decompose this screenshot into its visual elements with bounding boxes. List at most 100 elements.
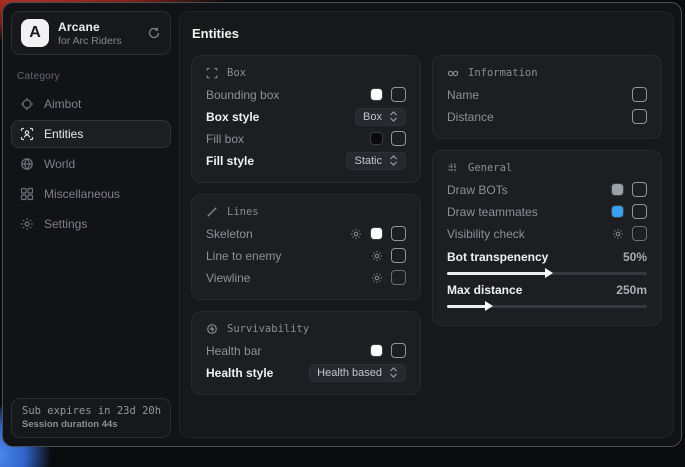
entities-icon xyxy=(20,127,34,141)
group-title: Lines xyxy=(227,206,259,218)
box-brackets-icon xyxy=(206,67,218,79)
setting-label: Distance xyxy=(447,110,494,124)
setting-row-fill-style: Fill style Static xyxy=(206,152,406,169)
slider-value: 250m xyxy=(616,283,647,297)
selected-value: Box xyxy=(363,111,382,123)
bot-transparency-slider[interactable] xyxy=(447,272,647,275)
sidebar-nav: Aimbot Entities World xyxy=(11,90,171,238)
slider-fill xyxy=(447,272,547,275)
sidebar-item-world[interactable]: World xyxy=(11,150,171,178)
settings-icon[interactable] xyxy=(371,250,383,262)
group-information: Information Name Distance xyxy=(432,55,662,139)
fill-box-checkbox[interactable] xyxy=(391,131,406,146)
setting-row-visibility-check: Visibility check xyxy=(447,225,647,242)
slider-thumb[interactable] xyxy=(485,301,493,311)
subscription-card: Sub expires in 23d 20h Session duration … xyxy=(11,398,171,438)
refresh-icon[interactable] xyxy=(147,26,161,40)
unfold-icon xyxy=(389,155,398,166)
selected-value: Health based xyxy=(317,367,382,379)
bounding-box-checkbox[interactable] xyxy=(391,87,406,102)
distance-checkbox[interactable] xyxy=(632,109,647,124)
info-icon xyxy=(447,67,459,79)
name-checkbox[interactable] xyxy=(632,87,647,102)
session-duration: Session duration 44s xyxy=(22,419,160,430)
slider-value: 50% xyxy=(623,250,647,264)
category-label: Category xyxy=(17,71,165,82)
group-general: General Draw BOTs Draw teammates xyxy=(432,150,662,326)
unfold-icon xyxy=(389,367,398,378)
gear-icon xyxy=(20,217,34,231)
setting-label: Fill box xyxy=(206,132,244,146)
sidebar-item-label: Settings xyxy=(44,217,87,231)
app-name: Arcane xyxy=(58,20,138,34)
setting-label: Box style xyxy=(206,110,259,124)
app-logo-card: A Arcane for Arc Riders xyxy=(11,11,171,55)
settings-icon[interactable] xyxy=(350,228,362,240)
sidebar-item-label: Aimbot xyxy=(44,97,81,111)
color-swatch[interactable] xyxy=(611,183,624,196)
line-to-enemy-checkbox[interactable] xyxy=(391,248,406,263)
setting-label: Draw teammates xyxy=(447,205,538,219)
viewline-checkbox[interactable] xyxy=(391,270,406,285)
setting-label: Health style xyxy=(206,366,273,380)
slider-fill xyxy=(447,305,487,308)
box-style-select[interactable]: Box xyxy=(355,108,406,126)
color-swatch[interactable] xyxy=(611,205,624,218)
page-title: Entities xyxy=(192,26,662,41)
visibility-check-checkbox[interactable] xyxy=(632,226,647,241)
setting-row-fill-box: Fill box xyxy=(206,130,406,147)
right-column: Information Name Distance xyxy=(432,55,662,326)
sidebar-item-miscellaneous[interactable]: Miscellaneous xyxy=(11,180,171,208)
max-distance-slider[interactable] xyxy=(447,305,647,308)
unfold-icon xyxy=(389,111,398,122)
color-swatch[interactable] xyxy=(370,344,383,357)
settings-icon[interactable] xyxy=(371,272,383,284)
subscription-expiry: Sub expires in 23d 20h xyxy=(22,405,160,417)
group-title: Survivability xyxy=(227,323,309,335)
group-lines: Lines Skeleton xyxy=(191,194,421,300)
setting-label: Visibility check xyxy=(447,227,525,241)
selected-value: Static xyxy=(354,155,382,167)
settings-icon[interactable] xyxy=(612,228,624,240)
setting-row-name: Name xyxy=(447,86,647,103)
general-grid-icon xyxy=(447,162,459,174)
sidebar-item-aimbot[interactable]: Aimbot xyxy=(11,90,171,118)
app-window: A Arcane for Arc Riders Category xyxy=(2,2,682,447)
setting-label: Bounding box xyxy=(206,88,279,102)
slider-thumb[interactable] xyxy=(545,268,553,278)
line-icon xyxy=(206,206,218,218)
setting-row-bot-transparency: Bot transpenency 50% xyxy=(447,248,647,265)
skeleton-checkbox[interactable] xyxy=(391,226,406,241)
setting-label: Skeleton xyxy=(206,227,253,241)
grid-icon xyxy=(20,187,34,201)
setting-row-viewline: Viewline xyxy=(206,269,406,286)
health-bar-checkbox[interactable] xyxy=(391,343,406,358)
draw-teammates-checkbox[interactable] xyxy=(632,204,647,219)
group-survivability: Survivability Health bar Health style xyxy=(191,311,421,395)
group-title: Information xyxy=(468,67,538,79)
health-style-select[interactable]: Health based xyxy=(309,364,406,382)
draw-bots-checkbox[interactable] xyxy=(632,182,647,197)
setting-row-draw-teammates: Draw teammates xyxy=(447,203,647,220)
sidebar-item-settings[interactable]: Settings xyxy=(11,210,171,238)
setting-row-distance: Distance xyxy=(447,108,647,125)
setting-label: Draw BOTs xyxy=(447,183,508,197)
crosshair-icon xyxy=(20,97,34,111)
sidebar: A Arcane for Arc Riders Category xyxy=(3,3,179,446)
app-subtitle: for Arc Riders xyxy=(58,35,138,47)
sidebar-item-label: Entities xyxy=(44,127,83,141)
sidebar-item-label: Miscellaneous xyxy=(44,187,120,201)
color-swatch[interactable] xyxy=(370,227,383,240)
sidebar-item-entities[interactable]: Entities xyxy=(11,120,171,148)
group-title: Box xyxy=(227,67,246,79)
color-swatch[interactable] xyxy=(370,88,383,101)
group-box: Box Bounding box Box style xyxy=(191,55,421,183)
setting-label: Viewline xyxy=(206,271,250,285)
color-swatch[interactable] xyxy=(370,132,383,145)
setting-row-max-distance: Max distance 250m xyxy=(447,281,647,298)
setting-row-skeleton: Skeleton xyxy=(206,225,406,242)
setting-row-bounding-box: Bounding box xyxy=(206,86,406,103)
setting-label: Name xyxy=(447,88,479,102)
globe-icon xyxy=(20,157,34,171)
fill-style-select[interactable]: Static xyxy=(346,152,406,170)
